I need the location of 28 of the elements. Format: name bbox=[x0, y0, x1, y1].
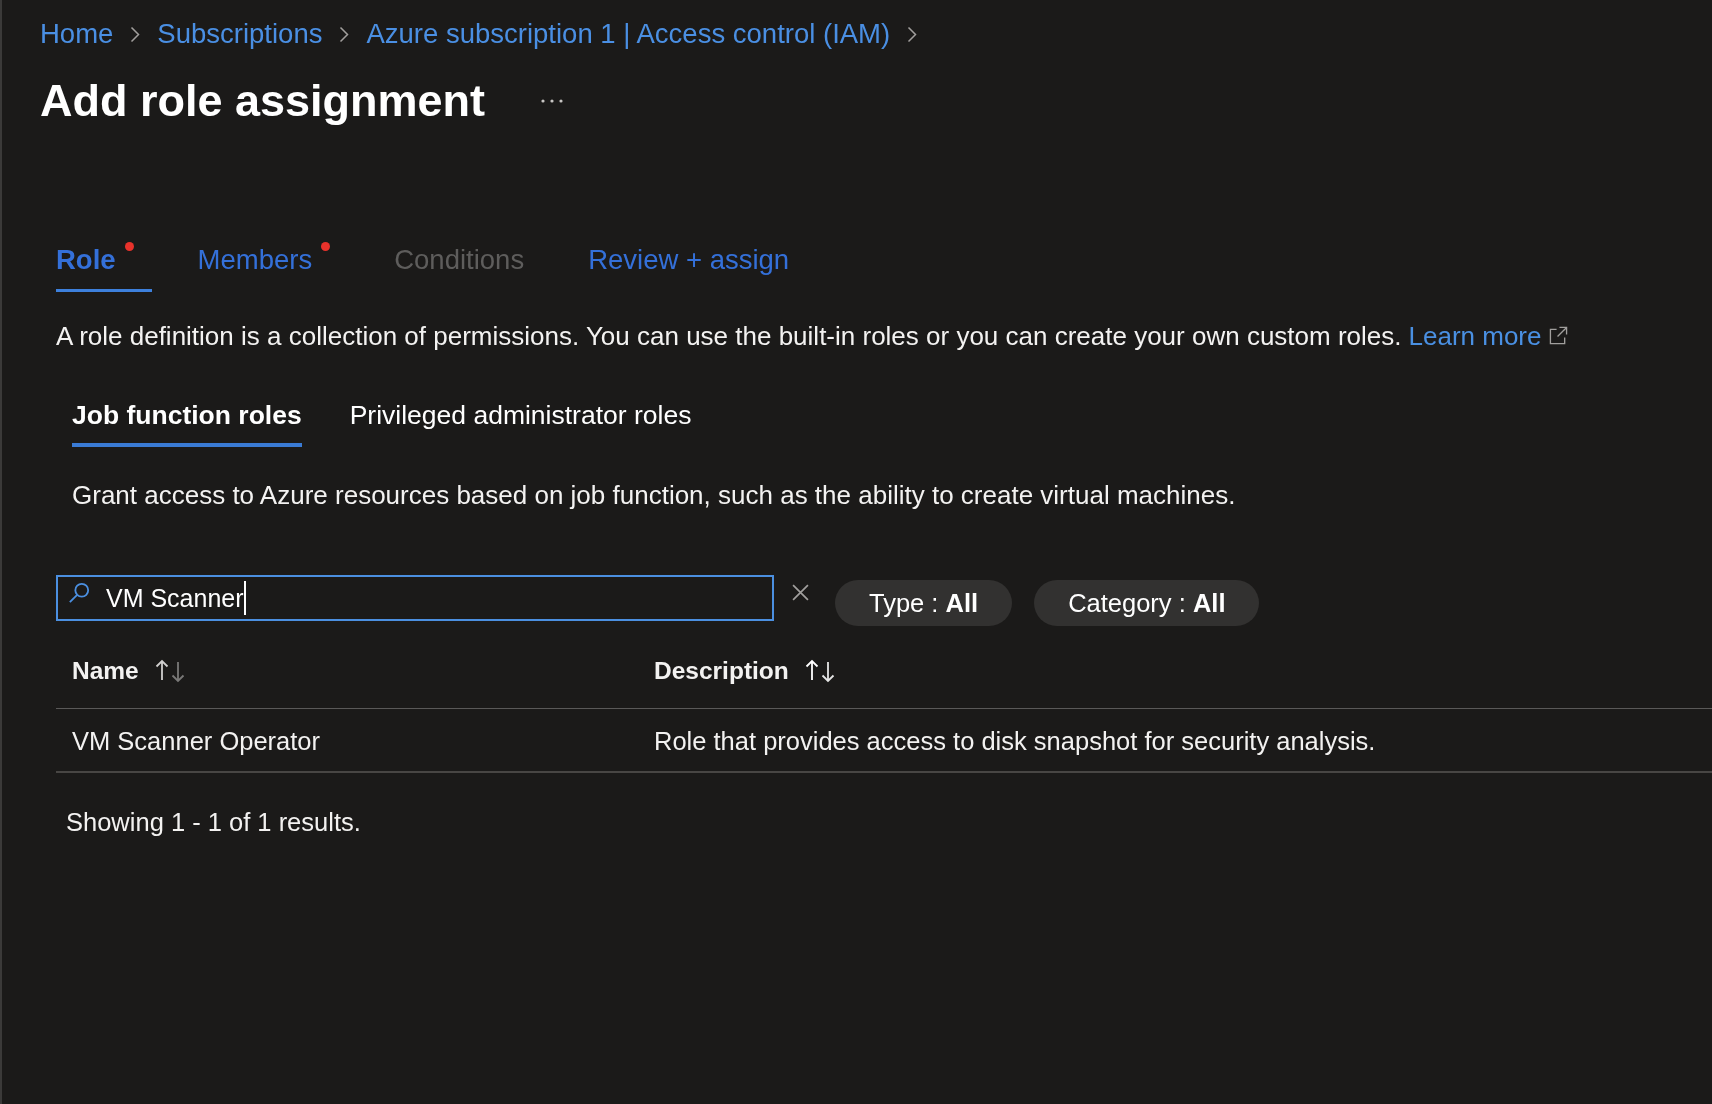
search-field[interactable]: VM Scanner bbox=[56, 575, 774, 621]
wizard-tab[interactable]: Members bbox=[197, 242, 349, 292]
close-icon bbox=[792, 584, 809, 601]
role-tab-description: Grant access to Azure resources based on job function, such as the ability to create virtual machines. bbox=[72, 479, 1237, 512]
learn-more-link[interactable]: Learn more bbox=[1408, 321, 1569, 351]
chevron-right-icon bbox=[339, 25, 350, 43]
chevron-right-icon bbox=[907, 25, 918, 43]
filter-button[interactable]: Type : All bbox=[835, 580, 1013, 626]
breadcrumb-link[interactable]: Home bbox=[40, 16, 114, 52]
chevron-right-icon bbox=[130, 25, 141, 43]
results-summary: Showing 1 - 1 of 1 results. bbox=[66, 807, 362, 838]
filter-button[interactable]: Category : All bbox=[1034, 580, 1260, 626]
column-header[interactable]: Description bbox=[638, 635, 1712, 708]
intro-text: A role definition is a collection of permissions. You can use the built-in roles or you can create your own custom roles. Learn more bbox=[56, 319, 1712, 353]
clear-button[interactable] bbox=[792, 584, 809, 601]
external-link-icon bbox=[1549, 326, 1569, 345]
table-cell-text: VM Scanner Operator bbox=[71, 726, 322, 757]
search-icon bbox=[68, 582, 90, 604]
breadcrumb-link[interactable]: Azure subscription 1 | Access control (IAM) bbox=[366, 16, 891, 52]
more-icon bbox=[541, 99, 564, 103]
wizard-tab[interactable]: Role bbox=[56, 242, 152, 292]
breadcrumb-link[interactable]: Subscriptions bbox=[157, 16, 323, 52]
page-title: Add role assignment bbox=[40, 74, 486, 128]
role-type-tab[interactable]: Job function roles bbox=[72, 398, 302, 447]
role-type-tab[interactable]: Privileged administrator roles bbox=[349, 398, 692, 447]
table-cell-text: Role that provides access to disk snapshot for security analysis. bbox=[653, 726, 1377, 757]
column-header[interactable]: Name bbox=[56, 635, 638, 708]
wizard-tab[interactable]: Review + assign bbox=[588, 242, 808, 292]
